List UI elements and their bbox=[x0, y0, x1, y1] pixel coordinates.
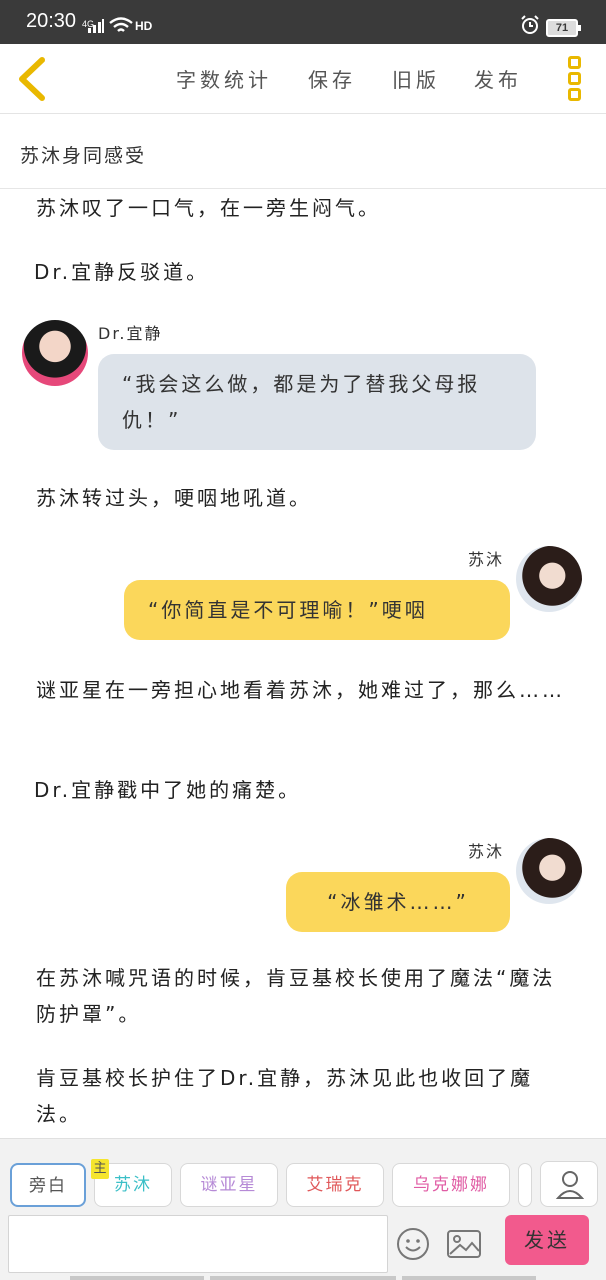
dialogue-bubble[interactable]: “你简直是不可理喻！”哽咽 bbox=[124, 580, 510, 640]
story-content[interactable]: 苏沐叹了一口气，在一旁生闷气。 Dr.宜静反驳道。 Dr.宜静 “我会这么做，都… bbox=[0, 190, 606, 1138]
save-button[interactable]: 保存 bbox=[308, 64, 356, 93]
nav-hint-bar bbox=[70, 1276, 204, 1280]
dialogue-bubble[interactable]: “冰雏术……” bbox=[286, 872, 510, 932]
role-chip-partial[interactable] bbox=[518, 1163, 532, 1207]
old-version-button[interactable]: 旧版 bbox=[392, 64, 440, 93]
speaker-name: 苏沐 bbox=[468, 550, 505, 569]
status-bar: 20:30 4G HD 71 bbox=[0, 0, 606, 44]
message-input[interactable] bbox=[8, 1215, 388, 1273]
narration-paragraph[interactable]: 在苏沐喊咒语的时候，肯豆基校长使用了魔法“魔法防护罩”。 bbox=[36, 960, 576, 1032]
main-role-badge: 主 bbox=[91, 1159, 109, 1179]
word-count-button[interactable]: 字数统计 bbox=[176, 64, 272, 93]
nav-hint-bar bbox=[210, 1276, 396, 1280]
battery-indicator: 71 bbox=[546, 19, 581, 37]
composer-panel: 旁白 苏沐 主 谜亚星 艾瑞克 乌克娜娜 发送 bbox=[0, 1138, 606, 1280]
avatar-sumu[interactable] bbox=[516, 838, 582, 904]
speaker-name: 苏沐 bbox=[468, 842, 505, 861]
image-icon[interactable] bbox=[446, 1227, 482, 1261]
avatar-sumu[interactable] bbox=[516, 546, 582, 612]
narration-paragraph[interactable]: 苏沐转过头，哽咽地吼道。 bbox=[36, 480, 576, 516]
publish-button[interactable]: 发布 bbox=[474, 64, 522, 93]
user-icon bbox=[555, 1171, 585, 1199]
emoji-icon[interactable] bbox=[396, 1227, 430, 1261]
role-manager-button[interactable] bbox=[540, 1161, 598, 1207]
menu-dot bbox=[567, 56, 581, 69]
back-button[interactable] bbox=[12, 56, 56, 102]
more-menu-button[interactable] bbox=[564, 56, 584, 106]
alarm-icon bbox=[521, 15, 539, 34]
status-time: 20:30 bbox=[26, 10, 77, 32]
narration-paragraph[interactable]: 肯豆基校长护住了Dr.宜静，苏沐见此也收回了魔法。 bbox=[36, 1060, 576, 1132]
role-chip-airuike[interactable]: 艾瑞克 bbox=[286, 1163, 384, 1207]
signal-icon bbox=[88, 19, 104, 33]
role-chip-wukenana[interactable]: 乌克娜娜 bbox=[392, 1163, 510, 1207]
nav-hint-bar bbox=[402, 1276, 536, 1280]
avatar-dr-yijing[interactable] bbox=[22, 320, 88, 386]
editor-toolbar: 字数统计 保存 旧版 发布 bbox=[0, 44, 606, 114]
chapter-title-bar[interactable]: 苏沐身同感受 bbox=[0, 115, 606, 189]
role-chip-miyaxing[interactable]: 谜亚星 bbox=[180, 1163, 278, 1207]
menu-dot bbox=[567, 72, 581, 85]
speaker-name: Dr.宜静 bbox=[98, 324, 163, 343]
narration-paragraph[interactable]: Dr.宜静反驳道。 bbox=[34, 254, 574, 290]
chapter-title: 苏沐身同感受 bbox=[20, 145, 147, 167]
send-button[interactable]: 发送 bbox=[505, 1215, 589, 1265]
hd-indicator: HD bbox=[135, 19, 153, 33]
narration-paragraph[interactable]: 苏沐叹了一口气，在一旁生闷气。 bbox=[36, 190, 576, 226]
wifi-icon bbox=[109, 17, 133, 32]
narration-paragraph[interactable]: Dr.宜静戳中了她的痛楚。 bbox=[34, 772, 574, 808]
menu-dot bbox=[567, 88, 581, 101]
role-chip-narration[interactable]: 旁白 bbox=[10, 1163, 86, 1207]
dialogue-bubble[interactable]: “我会这么做，都是为了替我父母报仇！” bbox=[98, 354, 536, 450]
narration-paragraph[interactable]: 谜亚星在一旁担心地看着苏沐，她难过了，那么…… bbox=[36, 672, 576, 708]
